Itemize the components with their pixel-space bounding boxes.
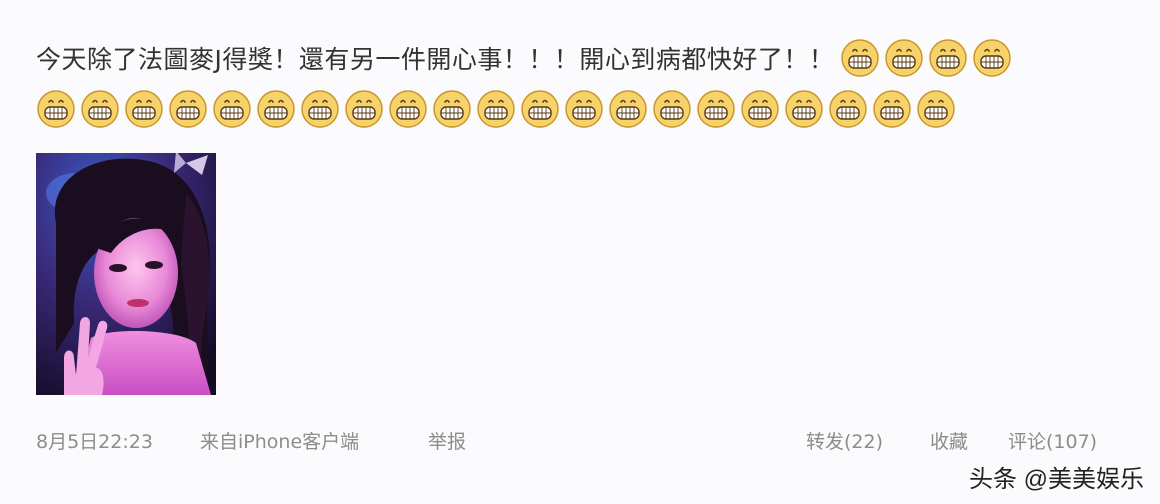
grin-emoji-icon bbox=[609, 90, 647, 128]
grin-emoji-icon bbox=[841, 39, 880, 77]
weibo-post: 今天除了法圖麥J得獎！還有另一件開心事！！！開心到病都快好了！！ 8月5日22:… bbox=[0, 0, 1160, 504]
grin-emoji-icon bbox=[697, 90, 735, 128]
grin-emoji-icon bbox=[653, 90, 691, 128]
grin-emoji-icon bbox=[973, 39, 1012, 77]
favorite-link[interactable]: 收藏 bbox=[930, 427, 968, 454]
grin-emoji-icon bbox=[477, 90, 515, 128]
post-text-line: 今天除了法圖麥J得獎！還有另一件開心事！！！開心到病都快好了！！ bbox=[36, 38, 1016, 78]
grin-emoji-icon bbox=[301, 90, 339, 128]
grin-emoji-icon bbox=[885, 39, 924, 77]
emoji-row-1 bbox=[840, 38, 1016, 78]
grin-emoji-icon bbox=[521, 90, 559, 128]
grin-emoji-icon bbox=[81, 90, 119, 128]
post-source[interactable]: 来自iPhone客户端 bbox=[200, 427, 359, 454]
grin-emoji-icon bbox=[433, 90, 471, 128]
grin-emoji-icon bbox=[917, 90, 955, 128]
grin-emoji-icon bbox=[929, 39, 968, 77]
grin-emoji-icon bbox=[741, 90, 779, 128]
grin-emoji-icon bbox=[565, 90, 603, 128]
post-timestamp[interactable]: 8月5日22:23 bbox=[36, 427, 153, 454]
grin-emoji-icon bbox=[785, 90, 823, 128]
grin-emoji-icon bbox=[213, 90, 251, 128]
grin-emoji-icon bbox=[257, 90, 295, 128]
grin-emoji-icon bbox=[125, 90, 163, 128]
grin-emoji-icon bbox=[37, 90, 75, 128]
grin-emoji-icon bbox=[345, 90, 383, 128]
selfie-image bbox=[36, 153, 216, 395]
post-text: 今天除了法圖麥J得獎！還有另一件開心事！！！開心到病都快好了！！ bbox=[36, 45, 835, 74]
emoji-row-2 bbox=[36, 89, 960, 129]
grin-emoji-icon bbox=[829, 90, 867, 128]
grin-emoji-icon bbox=[873, 90, 911, 128]
watermark: 头条 @美美娱乐 bbox=[968, 466, 1144, 493]
grin-emoji-icon bbox=[389, 90, 427, 128]
grin-emoji-icon bbox=[169, 90, 207, 128]
post-photo[interactable] bbox=[36, 153, 216, 395]
comment-link[interactable]: 评论(107) bbox=[1008, 427, 1097, 454]
repost-link[interactable]: 转发(22) bbox=[806, 427, 883, 454]
report-link[interactable]: 举报 bbox=[428, 427, 466, 454]
